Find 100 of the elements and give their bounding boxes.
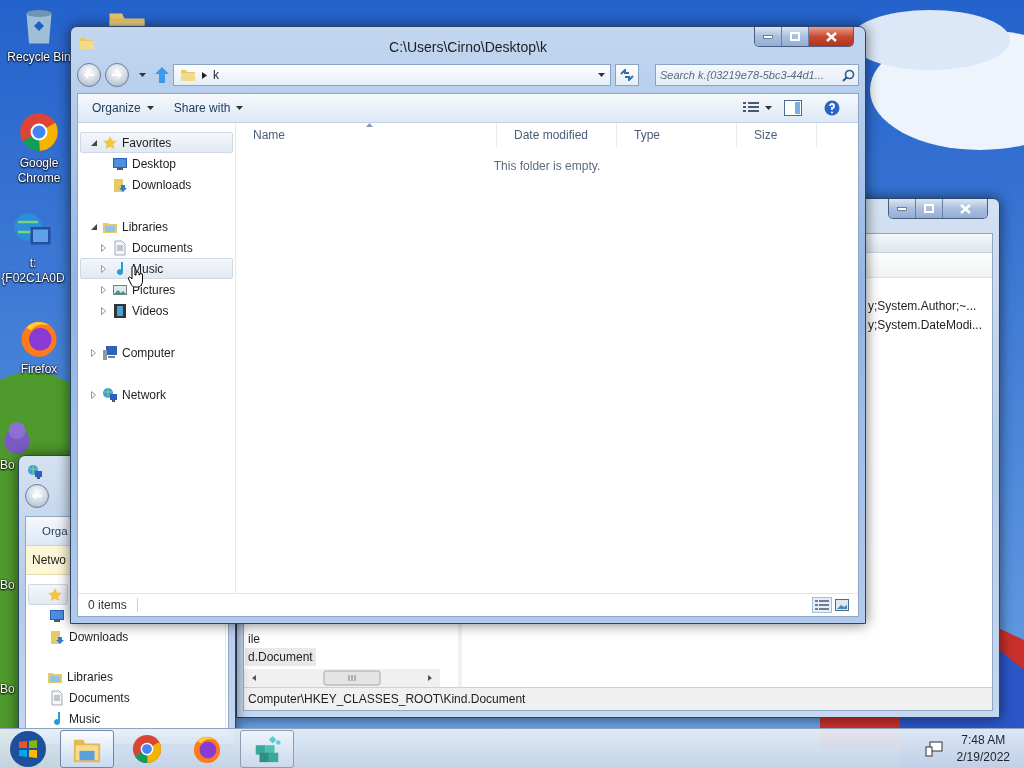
list-view-icon (743, 102, 759, 114)
folder-icon (79, 35, 95, 51)
nav-item[interactable]: Libraries (28, 666, 119, 687)
download-folder-icon (49, 628, 65, 645)
help-icon (824, 100, 840, 116)
column-header[interactable]: Type (617, 123, 737, 147)
download-folder-icon (112, 176, 128, 193)
nav-item[interactable]: Libraries (80, 216, 233, 237)
item-count: 0 items (88, 598, 138, 612)
minimize-button[interactable] (755, 27, 782, 46)
details-view-button[interactable] (812, 597, 832, 613)
search-field[interactable]: Search k.{03219e78-5bc3-44d1... (655, 64, 859, 86)
collapsed-arrow-icon[interactable] (101, 264, 106, 273)
thumbnail-view-button[interactable] (832, 597, 852, 613)
clock-date[interactable]: 2/19/2022 (956, 748, 1010, 766)
column-header[interactable]: Size (737, 123, 817, 147)
chevron-icon[interactable] (202, 71, 207, 79)
desktop-icon-label[interactable]: Bo (0, 458, 15, 473)
picture-icon (835, 599, 849, 611)
minimize-icon (763, 34, 773, 39)
desktop-icon-label[interactable]: Google Chrome (6, 156, 72, 186)
search-icon[interactable] (842, 68, 855, 82)
caret-icon (138, 73, 146, 77)
horizontal-scrollbar[interactable] (244, 669, 440, 687)
caret-icon (765, 106, 772, 110)
maximize-icon (790, 32, 800, 41)
desktop-icon-label[interactable]: Bo (0, 578, 15, 593)
taskbar-app-button[interactable] (60, 729, 114, 768)
right-arrow-icon (112, 71, 122, 79)
breadcrumb[interactable]: k (213, 68, 219, 82)
close-icon (825, 31, 837, 42)
nav-item[interactable]: Documents (28, 687, 135, 708)
star-icon (102, 134, 118, 151)
windows-logo-icon (9, 729, 47, 768)
document-icon (112, 239, 128, 256)
value-data-text: y;System.Author;~... (868, 298, 978, 314)
maximize-button[interactable] (782, 27, 809, 46)
maximize-icon (924, 204, 934, 213)
info-bar-text[interactable]: Netwo (32, 553, 66, 567)
film-icon (112, 302, 128, 319)
desktop-icon-label[interactable]: Recycle Bin (7, 50, 71, 65)
desktop-icon-label[interactable]: t:{F02C1A0D (0, 256, 66, 286)
monitor-icon (49, 607, 65, 624)
document-icon (49, 689, 65, 706)
chrome-icon (132, 733, 162, 764)
left-arrow-icon (84, 71, 94, 79)
nav-item[interactable]: Music (28, 708, 106, 729)
close-button[interactable] (809, 27, 853, 46)
caret-icon (236, 106, 244, 110)
network-icon (27, 464, 43, 480)
pane-icon (784, 100, 802, 116)
folder-icon (180, 67, 196, 83)
back-button[interactable] (77, 63, 101, 87)
refresh-button[interactable] (615, 64, 639, 86)
status-bar-text: Computer\HKEY_CLASSES_ROOT\Kind.Document (248, 692, 526, 706)
address-bar[interactable]: k (173, 64, 611, 86)
nav-item[interactable]: Favorites (80, 132, 233, 153)
column-header[interactable]: Name (236, 123, 497, 147)
desktop-icon-label[interactable]: Firefox (20, 362, 58, 377)
monitor-icon (112, 155, 128, 172)
nav-item[interactable]: Downloads (80, 174, 233, 195)
toolbar-button[interactable]: Share with (163, 96, 254, 120)
clock-time[interactable]: 7:48 AM (961, 731, 1006, 749)
computer-icon (102, 344, 118, 361)
caret-icon (597, 73, 605, 77)
close-icon (959, 203, 971, 214)
forward-button[interactable] (105, 63, 129, 87)
nav-item[interactable]: Downloads (28, 626, 134, 647)
expanded-arrow-icon[interactable] (91, 223, 97, 230)
collapsed-arrow-icon[interactable] (101, 243, 106, 252)
taskbar-app-button[interactable] (240, 729, 294, 768)
window-title: C:\Users\Cirno\Desktop\k (389, 38, 547, 55)
nav-item[interactable]: Computer (80, 342, 233, 363)
value-data-text: y;System.DateModi... (868, 317, 984, 333)
tree-item[interactable]: ile (245, 630, 263, 648)
chrome-icon (19, 112, 59, 152)
caret-icon (146, 106, 154, 110)
network-icon (102, 386, 118, 403)
star-icon (47, 586, 63, 603)
refresh-icon (620, 69, 634, 81)
nav-item[interactable]: Desktop (80, 153, 233, 174)
expanded-arrow-icon[interactable] (91, 139, 97, 146)
collapsed-arrow-icon[interactable] (91, 390, 96, 399)
toolbar-button[interactable]: Orga (30, 519, 68, 543)
nav-item[interactable]: Network (80, 384, 233, 405)
column-header[interactable]: Date modified (497, 123, 617, 147)
nav-item[interactable]: Pictures (80, 279, 233, 300)
minimize-icon (897, 206, 907, 211)
empty-folder-message: This folder is empty. (492, 159, 602, 173)
collapsed-arrow-icon[interactable] (101, 285, 106, 294)
tree-item[interactable]: d.Document (245, 648, 316, 666)
network-status-icon[interactable] (924, 740, 943, 757)
collapsed-arrow-icon[interactable] (91, 348, 96, 357)
nav-item[interactable]: Videos (80, 300, 233, 321)
desktop-icon-label[interactable]: Bo (0, 682, 15, 697)
collapsed-arrow-icon[interactable] (101, 306, 106, 315)
nav-item[interactable]: Documents (80, 237, 233, 258)
list-view-icon (815, 600, 829, 610)
toolbar-button[interactable]: Organize (82, 96, 164, 120)
left-arrow-icon (32, 492, 42, 500)
